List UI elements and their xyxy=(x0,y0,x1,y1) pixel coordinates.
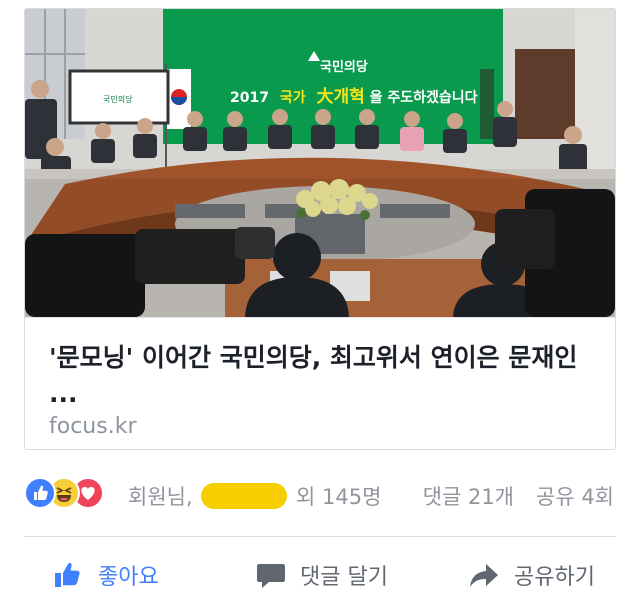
news-photo[interactable]: 국민의당 2017 국가 大개혁 을 주도하겠습니다 국민의당 xyxy=(25,9,615,317)
monitor-logo: 국민의당 xyxy=(103,94,133,104)
reaction-names-prefix: 회원님, xyxy=(128,485,193,509)
banner-year: 2017 xyxy=(230,90,269,106)
divider xyxy=(24,536,616,537)
action-bar: 좋아요 댓글 달기 공유하기 xyxy=(24,547,616,603)
reaction-names[interactable]: 회원님, 외 145명 xyxy=(128,481,381,511)
reactions-bar[interactable]: 회원님, 외 145명 댓글 21개 공유 4회 xyxy=(24,473,616,513)
source-domain: focus.kr xyxy=(49,414,137,439)
banner-rest: 을 주도하겠습니다 xyxy=(370,89,478,106)
headline-ellipsis: ... xyxy=(49,379,78,408)
like-label: 좋아요 xyxy=(98,565,159,590)
like-icon xyxy=(24,477,56,509)
share-button[interactable]: 공유하기 xyxy=(468,547,595,603)
banner-word: 국가 xyxy=(280,90,306,106)
redaction-mark xyxy=(201,483,288,509)
banner-logo-text: 국민의당 xyxy=(320,59,368,75)
link-text-area[interactable]: '문모닝' 이어간 국민의당, 최고위서 연이은 문재인 ... focus.k… xyxy=(25,317,615,449)
svg-text:2017 국가 大개혁: 2017 국가 大개혁 을 주도하겠습니다 xyxy=(230,86,478,107)
meeting-photo-illustration: 국민의당 2017 국가 大개혁 을 주도하겠습니다 국민의당 xyxy=(25,9,615,317)
reaction-names-suffix: 외 145명 xyxy=(296,485,382,509)
banner-big-word: 大개혁 xyxy=(316,86,364,107)
comments-count[interactable]: 댓글 21개 xyxy=(423,485,514,509)
comment-button[interactable]: 댓글 달기 xyxy=(256,547,388,603)
reaction-stats: 댓글 21개 공유 4회 xyxy=(401,481,614,511)
shares-count[interactable]: 공유 4회 xyxy=(536,485,614,509)
comment-label: 댓글 달기 xyxy=(300,565,388,590)
thumbs-up-icon xyxy=(52,559,84,591)
comment-icon xyxy=(256,560,286,590)
like-button[interactable]: 좋아요 xyxy=(52,547,159,603)
link-preview-card[interactable]: 국민의당 2017 국가 大개혁 을 주도하겠습니다 국민의당 '문모닝' 이어… xyxy=(24,8,616,450)
share-label: 공유하기 xyxy=(514,565,595,590)
share-icon xyxy=(468,559,500,591)
article-headline[interactable]: '문모닝' 이어간 국민의당, 최고위서 연이은 문재인 xyxy=(49,340,597,376)
